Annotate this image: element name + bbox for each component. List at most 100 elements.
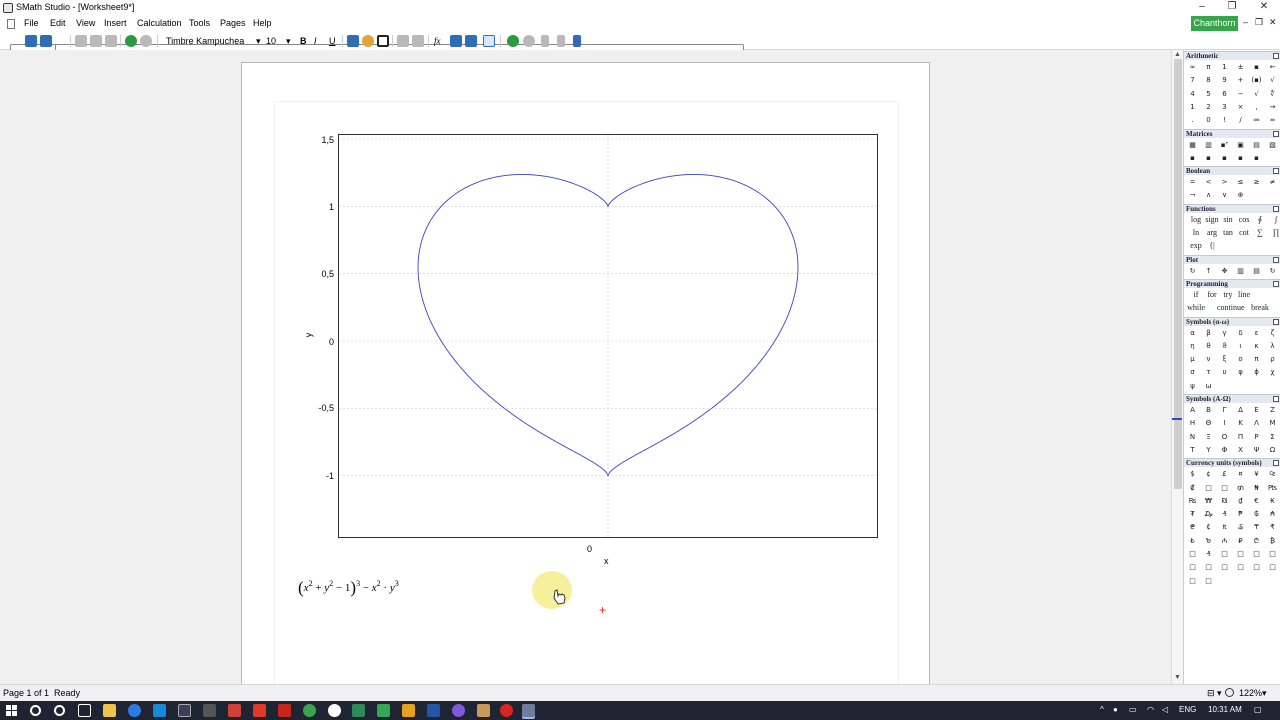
palette-symbol-button[interactable]: ₪ [1217,495,1232,507]
palette-symbol-button[interactable]: ▦ [1185,139,1200,151]
font-name-select[interactable]: Timbre Kampuchea [166,36,244,46]
palette-symbol-button[interactable]: □ [1217,482,1232,494]
palette-symbol-button[interactable]: □ [1217,548,1232,560]
palette-symbol-button[interactable]: α [1185,327,1200,339]
stop-icon[interactable] [523,35,535,47]
page-view-icon[interactable]: ⊟ [1207,688,1215,699]
palette-section-header[interactable]: Programming [1184,278,1280,288]
palette-symbol-button[interactable]: ∏ [1265,227,1280,239]
palette-symbol-button[interactable]: δ [1233,327,1248,339]
doc-restore-button[interactable]: ❐ [1255,17,1263,28]
palette-symbol-button[interactable]: ≤ [1233,176,1248,188]
zoom-dropdown-icon[interactable]: ▾ [1217,688,1222,699]
menu-tools[interactable]: Tools [189,18,210,28]
app-red-icon[interactable] [228,704,241,717]
palette-symbol-button[interactable]: υ [1217,366,1232,378]
palette-symbol-button[interactable]: □ [1249,561,1264,573]
palette-section-header[interactable]: Functions [1184,203,1280,213]
collapse-icon[interactable] [1273,280,1279,287]
palette-symbol-button[interactable]: □ [1233,561,1248,573]
palette-symbol-button[interactable]: μ [1185,353,1200,365]
palette-symbol-button[interactable]: □ [1201,575,1216,587]
palette-symbol-button[interactable]: □ [1201,482,1216,494]
palette-symbol-button[interactable]: 8 [1201,74,1216,86]
menu-file[interactable]: File [24,18,39,28]
palette-symbol-button[interactable]: ρ [1265,353,1280,365]
palette-symbol-button[interactable]: ₦ [1249,482,1264,494]
menu-insert[interactable]: Insert [104,18,127,28]
palette-section-header[interactable]: Plot [1184,254,1280,264]
palette-symbol-button[interactable]: Ι [1217,417,1232,429]
palette-symbol-button[interactable]: ϕ [1249,366,1264,378]
palette-symbol-button[interactable]: □ [1265,548,1280,560]
palette-symbol-button[interactable]: Γ [1217,404,1232,416]
text-color-icon[interactable] [347,35,359,47]
palette-symbol-button[interactable]: + [1233,74,1248,86]
palette-symbol-button[interactable]: ϑ [1217,340,1232,352]
palette-symbol-button[interactable]: 0 [1201,114,1216,126]
palette-symbol-button[interactable]: / [1233,114,1248,126]
palette-symbol-button[interactable]: ₿ [1265,535,1280,547]
palette-symbol-button[interactable]: ▪ [1201,152,1216,164]
font-size-select[interactable]: 10 [266,36,276,46]
palette-symbol-button[interactable]: continue [1217,302,1245,314]
palette-symbol-button[interactable]: ₷ [1233,521,1248,533]
palette-symbol-button[interactable]: break [1249,302,1271,314]
palette-symbol-button[interactable]: ≔ [1249,114,1264,126]
palette-symbol-button[interactable]: Τ [1185,444,1200,456]
palette-symbol-button[interactable]: ₺ [1185,535,1200,547]
palette-symbol-button[interactable]: Ξ [1201,431,1216,443]
palette-symbol-button[interactable]: Κ [1233,417,1248,429]
palette-symbol-button[interactable]: Ρ [1249,431,1264,443]
mic-icon[interactable]: ● [1113,705,1118,714]
palette-symbol-button[interactable]: Φ [1217,444,1232,456]
zoom-arrow-icon[interactable]: ▾ [1262,688,1267,699]
app-c-icon[interactable] [377,704,390,717]
palette-symbol-button[interactable]: ▥ [1201,139,1216,151]
plot-region[interactable] [338,134,878,538]
palette-symbol-button[interactable]: (▪) [1249,74,1264,86]
pdf-icon[interactable] [253,704,266,717]
palette-symbol-button[interactable]: ≥ [1249,176,1264,188]
palette-symbol-button[interactable]: ₫ [1233,495,1248,507]
palette-symbol-button[interactable]: ± [1233,61,1248,73]
palette-symbol-button[interactable]: ▪ [1185,152,1200,164]
chrome-icon[interactable] [328,704,341,717]
palette-symbol-button[interactable]: ⊕ [1233,189,1248,201]
border-icon[interactable] [377,35,389,47]
palette-symbol-button[interactable]: 5 [1201,88,1216,100]
palette-symbol-button[interactable]: 1 [1185,101,1200,113]
palette-symbol-button[interactable]: √ [1265,74,1280,86]
task-view-icon[interactable] [78,704,91,717]
units-icon[interactable] [465,35,477,47]
doc-minimize-button[interactable]: – [1243,17,1248,27]
scroll-thumb[interactable] [1174,59,1182,489]
close-button[interactable]: ✕ [1254,1,1274,15]
redo-icon[interactable] [140,35,152,47]
palette-section-header[interactable]: Symbols (A-Ω) [1184,394,1280,403]
app-orange-icon[interactable] [402,704,415,717]
palette-symbol-button[interactable]: ₥ [1233,482,1248,494]
palette-symbol-button[interactable]: □ [1265,561,1280,573]
palette-symbol-button[interactable]: θ [1201,340,1216,352]
search-icon[interactable] [30,705,41,716]
save-icon[interactable] [40,35,52,47]
palette-symbol-button[interactable]: ≠ [1265,176,1280,188]
palette-symbol-button[interactable]: = [1185,176,1200,188]
palette-symbol-button[interactable]: → [1265,101,1280,113]
palette-symbol-button[interactable]: ∞ [1185,61,1200,73]
play-icon[interactable] [557,35,565,47]
palette-symbol-button[interactable]: π [1201,61,1216,73]
palette-symbol-button[interactable]: ₧ [1265,482,1280,494]
palette-symbol-button[interactable]: ₶ [1217,521,1232,533]
palette-symbol-button[interactable]: ₸ [1249,521,1264,533]
palette-symbol-button[interactable]: £ [1217,468,1232,480]
insert-function-button[interactable]: fx [434,36,441,46]
palette-symbol-button[interactable]: Θ [1201,417,1216,429]
collapse-icon[interactable] [1273,168,1279,175]
palette-section-header[interactable]: Boolean [1184,166,1280,176]
font-dropdown-arrow[interactable]: ▾ [256,36,261,47]
cut-icon[interactable] [75,35,87,47]
palette-symbol-button[interactable]: □ [1185,548,1200,560]
palette-symbol-button[interactable]: ζ [1265,327,1280,339]
